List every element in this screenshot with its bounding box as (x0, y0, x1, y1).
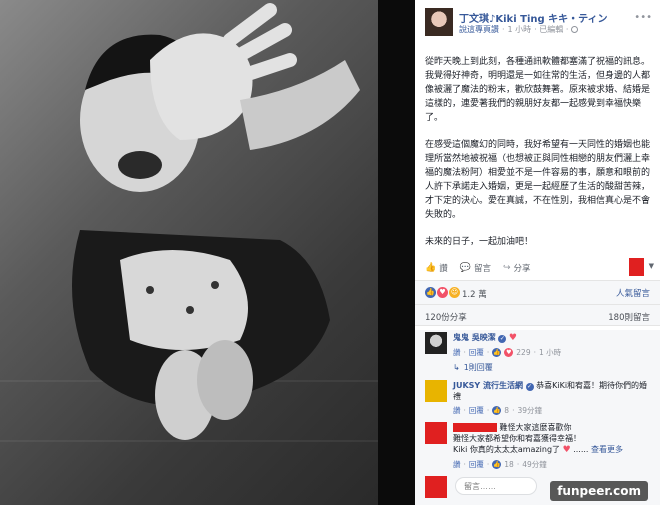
comment-text-line1: 難怪大家這麼喜歡你 (499, 423, 572, 432)
redacted-name[interactable] (453, 423, 497, 432)
comment-time[interactable]: 49分鐘 (522, 459, 547, 470)
chevron-down-icon[interactable]: ▼ (649, 262, 654, 270)
comment-body: 難怪大家這麼喜歡你 難怪大家都希望你和宥嘉獲得幸福！ Kiki 你真的太太太am… (453, 422, 653, 470)
like-reaction-icon: 👍 (492, 406, 502, 415)
comments-section: 鬼鬼 吳映潔 ✓ ♥ 讚 · 回覆 · 👍 ♥ 229 · 1 小時 ↳ 1則回覆 (415, 330, 660, 505)
meta-separator: · (502, 25, 505, 34)
verified-icon: ✓ (498, 335, 507, 343)
watermark: funpeer.com (550, 481, 648, 501)
page-name[interactable]: 丁文琪♪Kiki Ting キキ・ティン (459, 10, 608, 25)
comment-label: 留言 (473, 264, 491, 274)
page-avatar[interactable] (425, 8, 453, 36)
comment-input[interactable] (455, 477, 537, 495)
comment-reaction-count[interactable]: 8 (504, 405, 509, 416)
heart-icon: ♥ (562, 445, 571, 455)
reply-arrow-icon: ↳ (453, 363, 460, 372)
more-icon[interactable]: ••• (634, 12, 652, 23)
post-paragraph: 從昨天晚上到此刻，各種通訊軟體都塞滿了祝福的訊息。我覺得好神奇，明明還是一如往常… (425, 57, 651, 123)
comment-text-line3: Kiki 你真的太太太amazing了 (453, 445, 561, 454)
facebook-post-panel: 丁文琪♪Kiki Ting キキ・ティン 說這專頁讚 · 1 小時 · 已編輯 … (415, 0, 660, 505)
edited-label[interactable]: · 已編輯 · (534, 24, 568, 35)
post-paragraph: 在感受這個魔幻的同時，我好希望有一天同性的婚姻也能理所當然地被祝福（也想被正與同… (425, 140, 651, 220)
comment-reply-link[interactable]: 回覆 (469, 459, 484, 470)
current-user-avatar[interactable] (425, 476, 447, 498)
comment-time[interactable]: 39分鐘 (517, 405, 542, 416)
post-actions: 👍 讚 💬 留言 ↪ 分享 (425, 260, 653, 276)
like-reaction-icon: 👍 (425, 287, 436, 298)
redacted-avatar (629, 258, 644, 276)
photo-illustration (72, 3, 360, 440)
comment-time[interactable]: 1 小時 (539, 347, 561, 358)
comment-like-link[interactable]: 讚 (453, 347, 461, 358)
haha-reaction-icon: ☺ (449, 287, 460, 298)
reaction-bar: 👍 ♥ ☺ 1.2 萬 人氣留言 (415, 280, 660, 304)
comment-ellipsis: ...... (573, 445, 589, 454)
comment-like-link[interactable]: 讚 (453, 405, 461, 416)
post-meta: 說這專頁讚 · 1 小時 · 已編輯 · (459, 24, 579, 35)
comment-like-link[interactable]: 讚 (453, 459, 461, 470)
comment-reaction-count[interactable]: 18 (504, 459, 514, 470)
share-button[interactable]: ↪ 分享 (503, 262, 531, 274)
post-photo[interactable] (0, 0, 378, 505)
comment-meta: 讚 · 回覆 · 👍 ♥ 229 · 1 小時 (453, 347, 562, 358)
globe-icon (571, 26, 579, 33)
comment-sort-dropdown[interactable]: 人氣留言 (616, 287, 650, 299)
comment-text-line2: 難怪大家都希望你和宥嘉獲得幸福！ (453, 434, 581, 443)
verified-icon: ✓ (525, 383, 534, 391)
comment-body: JUKSY 流行生活網 ✓ 恭喜KiKi和宥嘉！期待你們的婚禮 讚 · 回覆 · 👍… (453, 380, 653, 416)
comment-body: 鬼鬼 吳映潔 ✓ ♥ 讚 · 回覆 · 👍 ♥ 229 · 1 小時 ↳ 1則回覆 (453, 332, 653, 373)
post-paragraph: 未來的日子，一起加油吧！ (425, 237, 534, 247)
share-stats-row: 120份分享 180則留言 (415, 304, 660, 326)
share-label: 分享 (513, 264, 531, 274)
like-reaction-icon: 👍 (492, 348, 502, 357)
follow-link[interactable]: 說這專頁讚 (459, 24, 499, 35)
comment-icon: 💬 (459, 263, 471, 273)
replies-count: 1則回覆 (463, 363, 493, 372)
post-body: 從昨天晚上到此刻，各種通訊軟體都塞滿了祝福的訊息。我覺得好神奇，明明還是一如往常… (425, 55, 653, 262)
comment-meta: 讚 · 回覆 · 👍 18 · 49分鐘 (453, 459, 547, 470)
love-reaction-icon: ♥ (437, 287, 448, 298)
commenter-avatar[interactable] (425, 422, 447, 444)
like-button[interactable]: 👍 讚 (425, 262, 448, 274)
share-count[interactable]: 120份分享 (425, 311, 467, 323)
share-icon: ↪ (502, 263, 511, 273)
comment-count[interactable]: 180則留言 (608, 311, 650, 323)
view-replies-link[interactable]: ↳ 1則回覆 (453, 362, 653, 373)
comment-reply-link[interactable]: 回覆 (469, 347, 484, 358)
commenter-avatar[interactable] (425, 332, 447, 354)
commenter-avatar[interactable] (425, 380, 447, 402)
comment-reaction-count[interactable]: 229 (516, 347, 530, 358)
post-photo-panel (0, 0, 415, 505)
post-header: 丁文琪♪Kiki Ting キキ・ティン 說這專頁讚 · 1 小時 · 已編輯 … (415, 0, 660, 44)
reaction-count[interactable]: 1.2 萬 (462, 288, 487, 300)
comment-button[interactable]: 💬 留言 (460, 262, 491, 274)
commenter-name[interactable]: JUKSY 流行生活網 (453, 381, 523, 390)
like-label: 讚 (439, 264, 448, 274)
see-more-link[interactable]: 查看更多 (591, 445, 623, 454)
comment-meta: 讚 · 回覆 · 👍 8 · 39分鐘 (453, 405, 542, 416)
commenter-name[interactable]: 鬼鬼 吳映潔 (453, 333, 496, 342)
heart-icon: ♥ (508, 333, 517, 343)
thumbs-up-icon: 👍 (425, 263, 437, 273)
love-reaction-icon: ♥ (504, 348, 514, 357)
reaction-icons[interactable]: 👍 ♥ ☺ (425, 287, 460, 298)
like-reaction-icon: 👍 (492, 460, 502, 469)
post-time[interactable]: 1 小時 (508, 24, 532, 35)
comment-reply-link[interactable]: 回覆 (469, 405, 484, 416)
